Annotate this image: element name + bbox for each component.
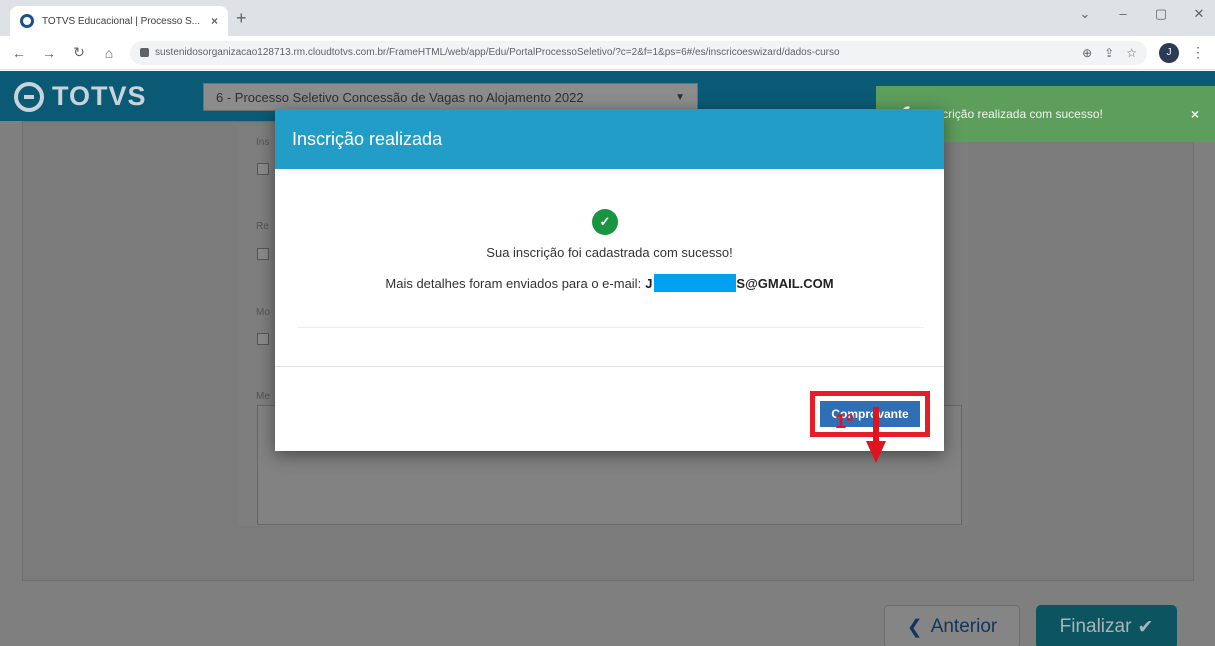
window-controls: ⌄ – ▢ ✕ (1077, 6, 1207, 22)
back-icon[interactable]: ← (10, 45, 28, 61)
redaction-bar (654, 274, 737, 292)
process-select[interactable]: 6 - Processo Seletivo Concessão de Vagas… (203, 83, 698, 111)
logo-text: TOTVS (52, 81, 147, 111)
profile-avatar[interactable]: J (1159, 42, 1179, 63)
form-checkbox[interactable] (257, 163, 269, 175)
browser-tab[interactable]: TOTVS Educacional | Processo S... × (10, 6, 228, 36)
anterior-button[interactable]: ❮ Anterior (884, 605, 1020, 646)
modal-title: Inscrição realizada (292, 128, 443, 149)
app-area: TOTVS 6 - Processo Seletivo Concessão de… (0, 71, 1215, 646)
email-line: Mais detalhes foram enviados para o e-ma… (275, 274, 944, 292)
form-label: Ins (256, 137, 270, 148)
totvs-logo-icon (14, 81, 44, 112)
new-tab-button[interactable]: + (236, 8, 247, 29)
email-end: S@GMAIL.COM (736, 275, 834, 291)
tab-title: TOTVS Educacional | Processo S... (42, 15, 201, 27)
restore-icon[interactable]: ▢ (1153, 6, 1169, 22)
form-checkbox[interactable] (257, 333, 269, 345)
arrow-down-icon (866, 407, 886, 463)
form-label: Re (256, 221, 269, 232)
browser-toolbar: ← → ↻ ⌂ sustenidosorganizacao128713.rm.c… (0, 36, 1215, 70)
form-label: Me (256, 391, 270, 402)
email-address: J S@GMAIL.COM (645, 274, 834, 292)
browser-menu-icon[interactable]: ⋮ (1191, 44, 1205, 61)
browser-tab-bar: TOTVS Educacional | Processo S... × + ⌄ … (0, 0, 1215, 36)
divider (275, 366, 944, 367)
finalizar-button[interactable]: Finalizar ✔ (1036, 605, 1177, 646)
totvs-favicon-icon (20, 14, 34, 28)
reload-icon[interactable]: ↻ (70, 44, 88, 61)
minimize-icon[interactable]: – (1115, 6, 1131, 22)
toast-message: Inscrição realizada com sucesso! (926, 107, 1103, 121)
chevron-down-icon: ▼ (675, 91, 685, 103)
email-prefix: Mais detalhes foram enviados para o e-ma… (385, 275, 642, 291)
zoom-icon[interactable]: ⊕ (1082, 46, 1092, 60)
success-check-icon: ✓ (592, 209, 618, 235)
anterior-label: Anterior (930, 616, 998, 637)
step-annotation: 1º (835, 411, 854, 433)
finalizar-label: Finalizar (1059, 616, 1132, 637)
email-start: J (645, 275, 653, 291)
tab-search-icon[interactable]: ⌄ (1077, 6, 1093, 22)
totvs-logo: TOTVS (14, 81, 147, 112)
registration-modal: Inscrição realizada ✓ Sua inscrição foi … (275, 109, 944, 451)
lock-icon (140, 48, 149, 57)
modal-header: Inscrição realizada (275, 109, 944, 169)
bookmark-star-icon[interactable]: ☆ (1126, 46, 1137, 60)
divider (297, 327, 924, 328)
chevron-left-icon: ❮ (906, 616, 923, 638)
url-text: sustenidosorganizacao128713.rm.cloudtotv… (155, 47, 840, 58)
share-icon[interactable]: ⇪ (1104, 46, 1114, 60)
forward-icon[interactable]: → (40, 45, 58, 61)
tab-close-icon[interactable]: × (211, 14, 218, 28)
close-window-icon[interactable]: ✕ (1191, 6, 1207, 22)
process-select-value: 6 - Processo Seletivo Concessão de Vagas… (216, 89, 584, 105)
toast-close-icon[interactable]: × (1191, 106, 1199, 122)
home-icon[interactable]: ⌂ (100, 45, 118, 61)
form-label: Mo (256, 307, 270, 318)
success-message: Sua inscrição foi cadastrada com sucesso… (486, 245, 733, 260)
address-bar[interactable]: sustenidosorganizacao128713.rm.cloudtotv… (130, 40, 1147, 65)
check-icon: ✔ (1137, 616, 1154, 638)
form-checkbox[interactable] (257, 248, 269, 260)
